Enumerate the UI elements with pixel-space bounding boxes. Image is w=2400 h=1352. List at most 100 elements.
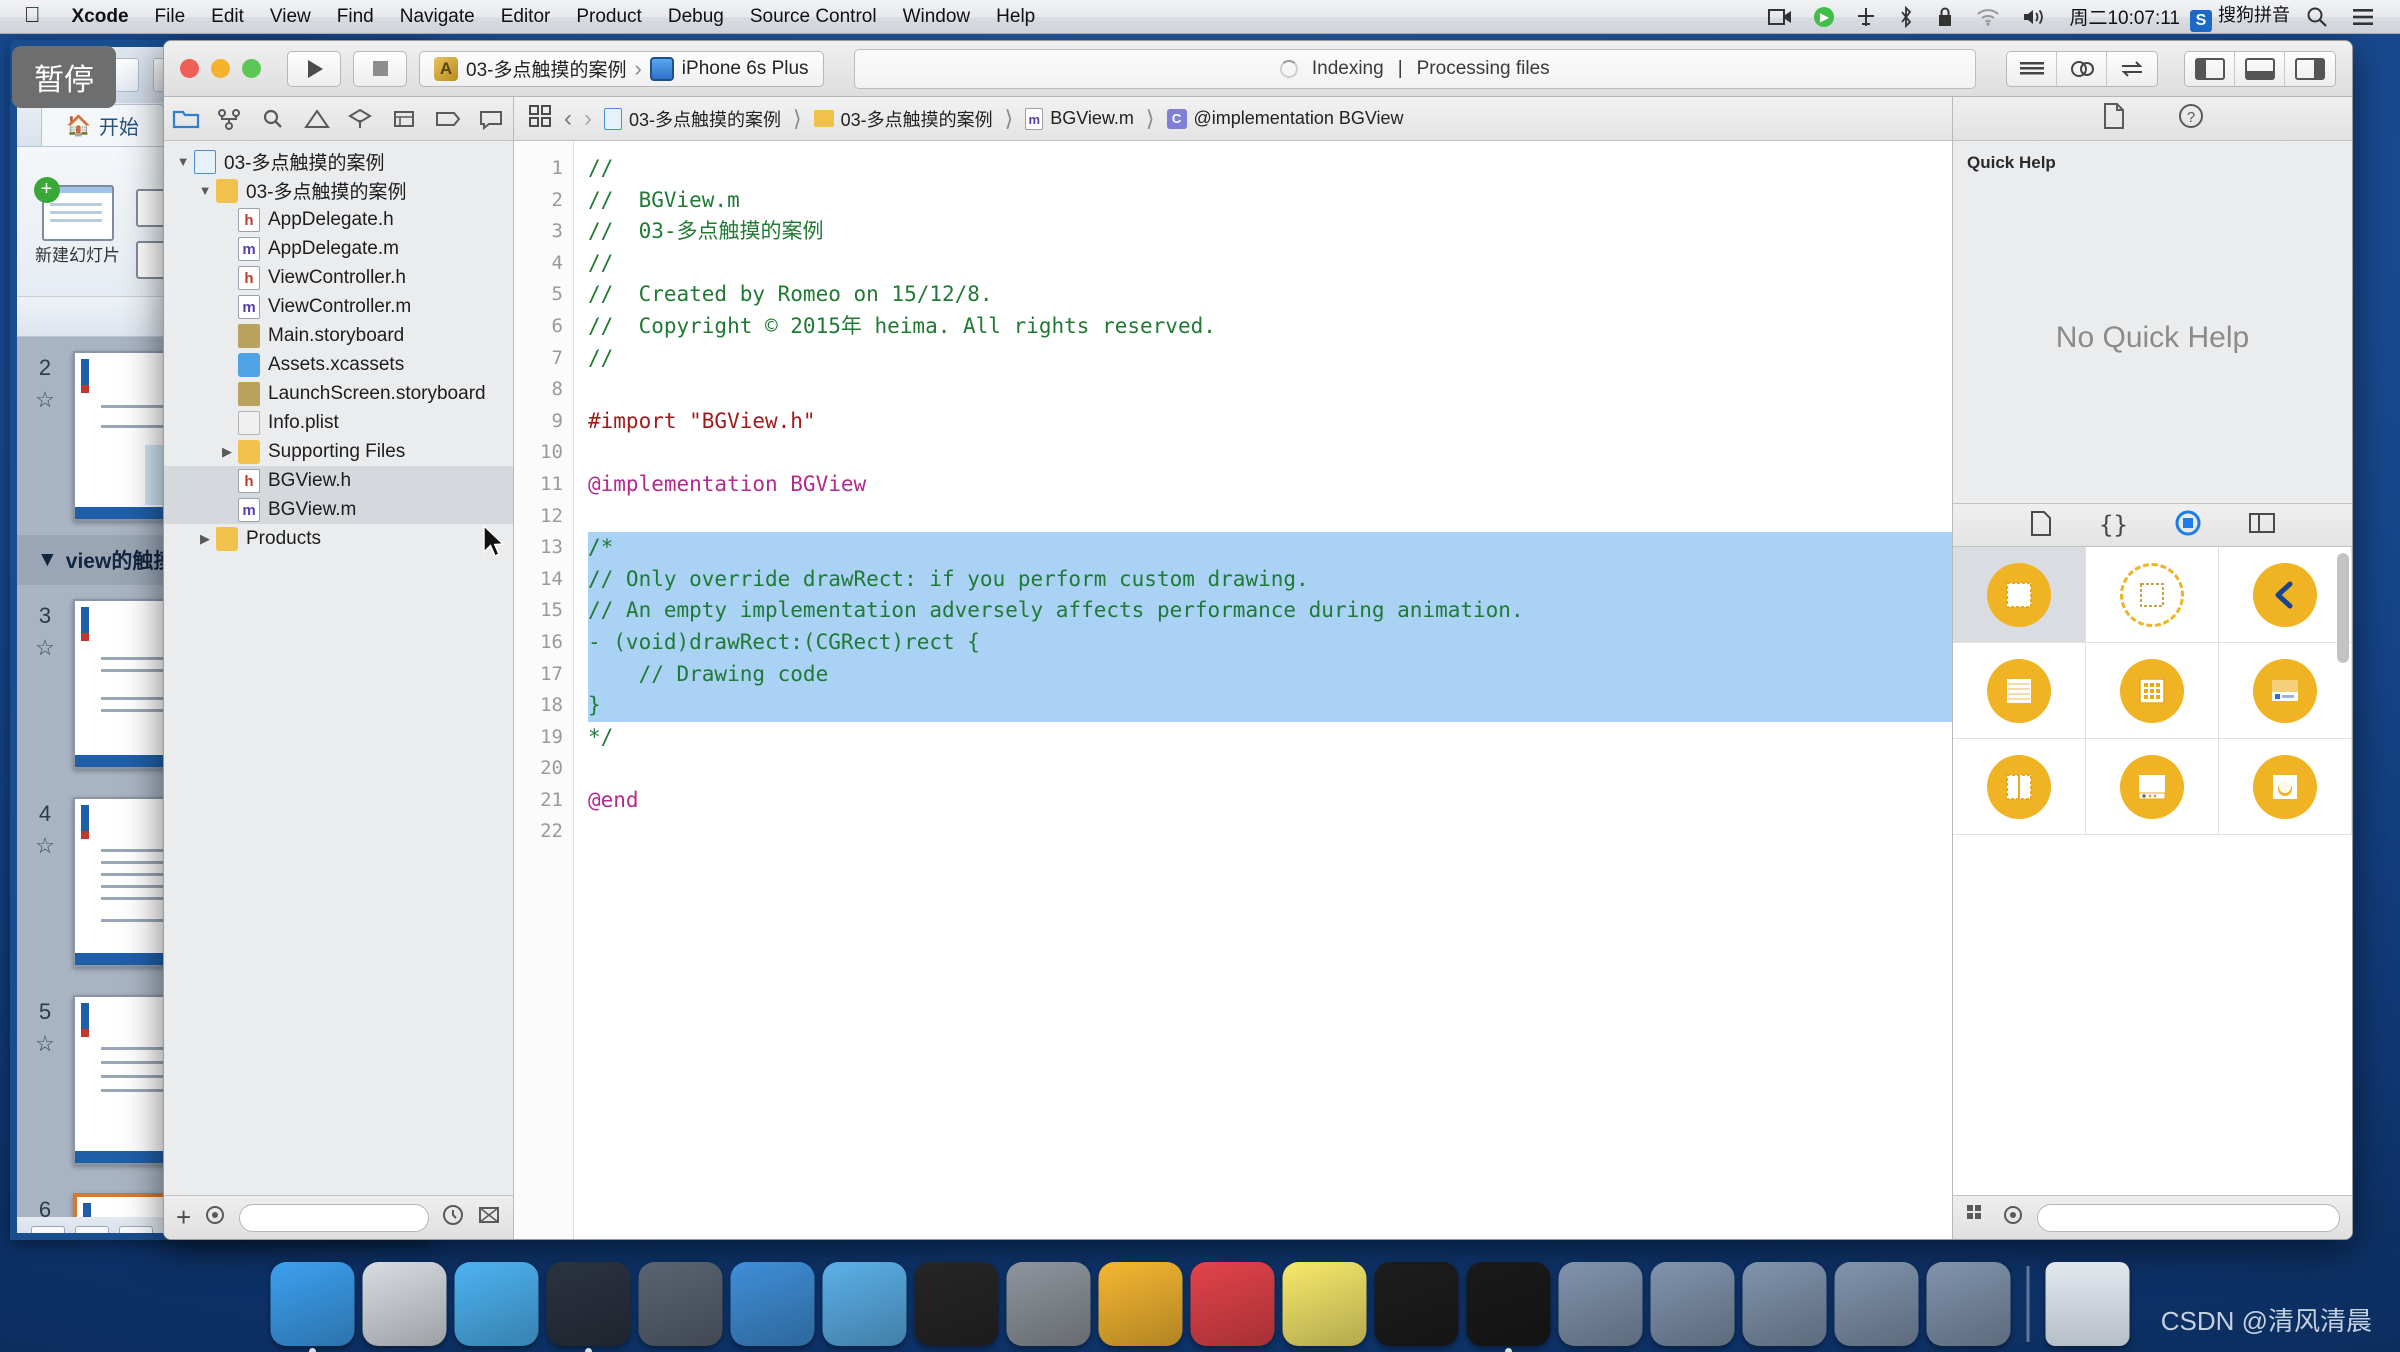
project-file-list[interactable]: ▼ 03-多点触摸的案例 ▼ 03-多点触摸的案例 AppDelegate.h AppDe… <box>164 141 513 1195</box>
toggle-navigator-button[interactable] <box>2185 51 2235 86</box>
code-line[interactable]: - (void)drawRect:(CGRect)rect { <box>588 626 1952 659</box>
code-line[interactable]: // <box>588 153 1952 185</box>
navigator-item-assets.xcassets[interactable]: Assets.xcassets <box>164 350 513 379</box>
code-line[interactable] <box>588 816 1952 848</box>
dock-item-window-4[interactable] <box>1834 1262 1919 1346</box>
breadcrumb-project[interactable]: 03-多点触摸的案例 <box>604 106 781 132</box>
code-line[interactable]: // 03-多点触摸的案例 <box>588 216 1952 248</box>
dock-item-window-2[interactable] <box>1650 1262 1735 1346</box>
ppt-normal-view-button[interactable] <box>31 1226 65 1233</box>
ppt-sorter-view-button[interactable] <box>75 1226 109 1233</box>
code-line[interactable]: } <box>588 690 1952 722</box>
back-button[interactable]: ‹ <box>564 105 572 133</box>
airplane-icon[interactable] <box>1845 7 1887 27</box>
library-filter-scope-icon[interactable] <box>2001 1203 2025 1232</box>
code-line[interactable]: #import "BGView.h" <box>588 406 1952 438</box>
library-view-toggle[interactable] <box>1965 1203 1989 1232</box>
code-line[interactable]: // Copyright © 2015年 heima. All rights r… <box>588 311 1952 343</box>
input-method-indicator[interactable]: S 搜狗拼音 <box>2190 1 2294 32</box>
apple-icon[interactable]:  <box>0 3 59 26</box>
library-cell-view-object[interactable] <box>1953 547 2086 643</box>
dock-item-xcode[interactable] <box>546 1262 631 1352</box>
search-icon[interactable] <box>2294 6 2340 28</box>
library-scrollbar[interactable] <box>2337 553 2349 663</box>
macos-menu-bar[interactable]:  Xcode File Edit View Find Navigate Edi… <box>0 0 2400 34</box>
stop-button[interactable] <box>353 50 407 87</box>
library-filter-input[interactable] <box>2037 1203 2340 1232</box>
code-line[interactable] <box>588 437 1952 469</box>
object-library-tab[interactable] <box>2174 509 2202 542</box>
code-line[interactable]: // Only override drawRect: if you perfor… <box>588 563 1952 596</box>
standard-editor-button[interactable] <box>2007 51 2057 86</box>
file-template-library-tab[interactable] <box>2029 510 2053 541</box>
menu-file[interactable]: File <box>142 6 199 28</box>
navigator-item-03[interactable]: ▼ 03-多点触摸的案例 <box>164 176 513 205</box>
assistant-editor-button[interactable] <box>2057 51 2107 86</box>
dock-item-sketch[interactable] <box>1098 1262 1183 1346</box>
close-window-button[interactable] <box>180 59 199 78</box>
code-line[interactable]: @end <box>588 785 1952 817</box>
volume-icon[interactable] <box>2011 7 2059 27</box>
notification-center-icon[interactable] <box>2340 7 2386 27</box>
forward-button[interactable]: › <box>584 105 592 133</box>
dock-item-window-1[interactable] <box>1558 1262 1643 1346</box>
dock-item-launchpad[interactable] <box>362 1262 447 1346</box>
navigator-pane[interactable]: ▼ 03-多点触摸的案例 ▼ 03-多点触摸的案例 AppDelegate.h AppDe… <box>164 97 514 1239</box>
recent-filter-icon[interactable] <box>441 1203 465 1232</box>
library-cell-image-view-object[interactable] <box>2219 739 2352 835</box>
disclosure-triangle[interactable]: ▼ <box>194 183 216 198</box>
menu-window[interactable]: Window <box>890 6 984 28</box>
jump-bar[interactable]: ‹ › 03-多点触摸的案例 ⟩ 03-多点触摸的案例 ⟩ m BGView.m… <box>514 97 1952 141</box>
quick-help-tab[interactable]: ? <box>2177 102 2205 135</box>
library-tab-bar[interactable]: {} <box>1953 503 2352 547</box>
code-line[interactable]: // Drawing code <box>588 658 1952 691</box>
toggle-debug-area-button[interactable] <box>2235 51 2285 86</box>
dock-item-window-3[interactable] <box>1742 1262 1827 1346</box>
add-file-button[interactable]: + <box>176 1202 191 1233</box>
debug-navigator-tab[interactable] <box>382 108 426 130</box>
source-editor[interactable]: 1 2 3 4 5 6 7 8 9 10 11 12 13 14 15 16 17 18 19 20 21 22 ////… <box>514 141 1952 1239</box>
menu-xcode[interactable]: Xcode <box>59 6 142 28</box>
library-cell-custom-view-placeholder-object[interactable] <box>2086 547 2219 643</box>
code-line[interactable] <box>588 374 1952 406</box>
menu-navigate[interactable]: Navigate <box>387 6 488 28</box>
breadcrumb-symbol[interactable]: C @implementation BGView <box>1166 108 1404 129</box>
code-line[interactable] <box>588 501 1952 533</box>
version-editor-button[interactable] <box>2107 51 2157 86</box>
navigator-item-main.storyboard[interactable]: Main.storyboard <box>164 321 513 350</box>
navigator-filter-input[interactable] <box>239 1203 429 1232</box>
library-cell-split-view-object[interactable] <box>1953 739 2086 835</box>
ppt-reading-view-button[interactable] <box>119 1226 153 1233</box>
ppt-new-slide-button[interactable]: + 新建幻灯片 <box>33 177 120 266</box>
code-line[interactable]: // <box>588 343 1952 375</box>
navigator-item-info.plist[interactable]: Info.plist <box>164 408 513 437</box>
code-line[interactable]: /* <box>588 532 1952 564</box>
navigator-item-products[interactable]: ▶ Products <box>164 524 513 553</box>
navigator-item-appdelegate.h[interactable]: AppDelegate.h <box>164 205 513 234</box>
unsaved-filter-icon[interactable] <box>477 1204 501 1231</box>
code-line[interactable]: // <box>588 248 1952 280</box>
dock-item-window-5[interactable] <box>1926 1262 2011 1346</box>
code-line[interactable]: @implementation BGView <box>588 469 1952 501</box>
project-navigator-tab[interactable] <box>164 108 208 130</box>
menu-source-control[interactable]: Source Control <box>737 6 890 28</box>
breadcrumb-group[interactable]: 03-多点触摸的案例 <box>813 106 993 132</box>
bluetooth-icon[interactable] <box>1887 5 1925 28</box>
navigator-item-bgview.m[interactable]: BGView.m <box>164 495 513 524</box>
code-snippet-library-tab[interactable]: {} <box>2099 511 2128 539</box>
file-inspector-tab[interactable] <box>2101 102 2127 135</box>
test-navigator-tab[interactable] <box>339 108 383 130</box>
menu-product[interactable]: Product <box>563 6 654 28</box>
breadcrumb-file[interactable]: m BGView.m <box>1025 107 1134 130</box>
navigator-item-viewcontroller.h[interactable]: ViewController.h <box>164 263 513 292</box>
utilities-pane[interactable]: ? Quick Help No Quick Help {} <box>1952 97 2352 1239</box>
media-library-tab[interactable] <box>2248 511 2276 540</box>
run-button[interactable] <box>287 50 341 87</box>
dock-item-terminal[interactable] <box>914 1262 999 1346</box>
wifi-icon[interactable] <box>1965 8 2011 26</box>
dock-item-keynote-p[interactable] <box>1190 1262 1275 1346</box>
source-code-text[interactable]: //// BGView.m// 03-多点触摸的案例//// Created b… <box>574 141 1952 1239</box>
ppt-tab-home[interactable]: 🏠 开始 <box>41 104 164 146</box>
dock-item-notes[interactable] <box>1282 1262 1367 1346</box>
find-navigator-tab[interactable] <box>251 108 295 130</box>
